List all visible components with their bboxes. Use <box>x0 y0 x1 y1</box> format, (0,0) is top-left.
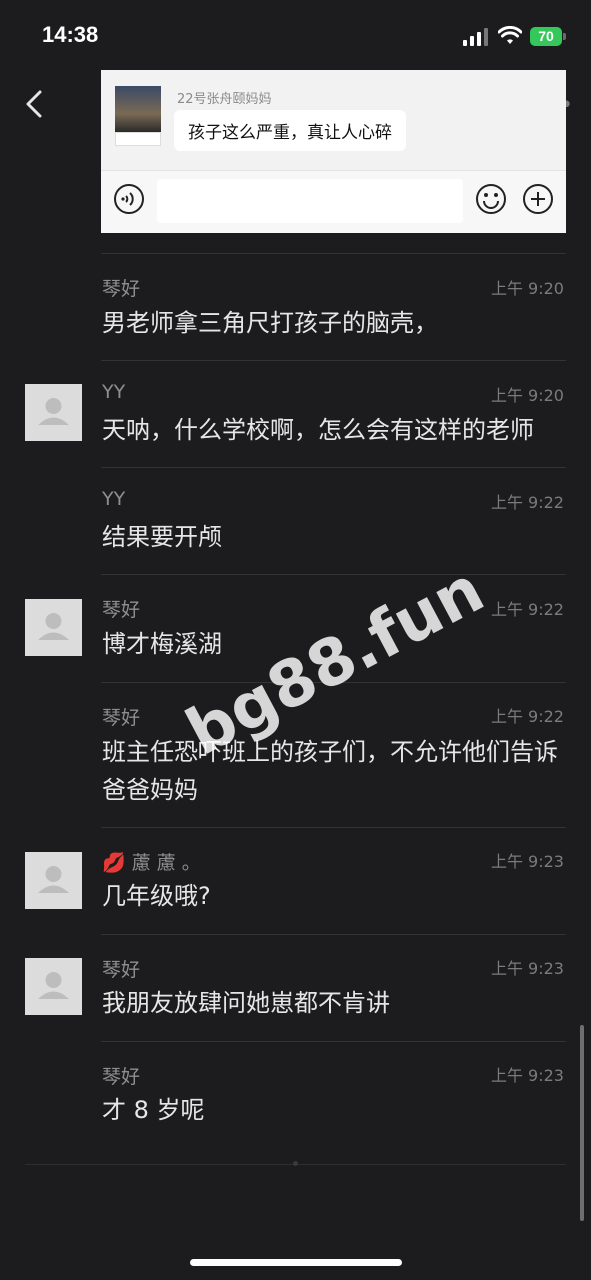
message-time: 上午 9:23 <box>490 852 564 871</box>
battery-tip <box>563 33 566 40</box>
divider <box>101 253 566 254</box>
avatar[interactable] <box>25 599 82 656</box>
back-chevron-icon[interactable] <box>22 88 48 120</box>
sender-name[interactable]: YY <box>102 488 125 510</box>
voice-icon <box>114 184 144 214</box>
divider <box>101 467 566 468</box>
embed-message-bubble: 孩子这么严重，真让人心碎 <box>174 110 406 151</box>
embed-avatar-image <box>115 86 161 132</box>
message-text[interactable]: 才 8 岁呢 <box>102 1091 570 1129</box>
avatar[interactable] <box>25 384 82 441</box>
sender-name[interactable]: 琴好 <box>102 1062 140 1089</box>
divider <box>101 1041 566 1042</box>
embed-input-bar <box>101 170 566 233</box>
divider <box>101 934 566 935</box>
message-time: 上午 9:20 <box>490 386 564 405</box>
message-time: 上午 9:22 <box>490 707 564 726</box>
battery-indicator: 70 <box>530 27 562 46</box>
status-time: 14:38 <box>42 22 99 47</box>
status-bar: 14:38 70 <box>0 0 591 70</box>
message-text[interactable]: 班主任恐吓班上的孩子们，不允许他们告诉爸爸妈妈 <box>102 733 570 809</box>
emoji-icon <box>476 184 506 214</box>
avatar[interactable] <box>25 958 82 1015</box>
page-indicator-dot <box>293 1161 298 1166</box>
scrollbar[interactable] <box>580 1025 584 1221</box>
embedded-chat-screenshot[interactable]: 22号张舟颐妈妈 孩子这么严重，真让人心碎 <box>101 70 566 233</box>
embed-sender-name: 22号张舟颐妈妈 <box>177 92 272 107</box>
sender-name[interactable]: YY <box>102 381 125 403</box>
sender-name[interactable]: 琴好 <box>102 703 140 730</box>
divider <box>101 574 566 575</box>
wifi-icon <box>498 26 522 44</box>
message-time: 上午 9:22 <box>490 600 564 619</box>
default-avatar-icon <box>38 866 69 893</box>
divider <box>101 360 566 361</box>
message-text[interactable]: 男老师拿三角尺打孩子的脑壳， <box>102 304 570 342</box>
message-time: 上午 9:23 <box>490 1066 564 1085</box>
sender-name[interactable]: 琴好 <box>102 274 140 301</box>
message-time: 上午 9:20 <box>490 279 564 298</box>
default-avatar-icon <box>38 613 69 640</box>
plus-icon <box>523 184 553 214</box>
embed-text-input <box>157 179 463 223</box>
message-text[interactable]: 几年级哦? <box>102 877 570 915</box>
avatar[interactable] <box>25 852 82 909</box>
embed-avatar-caption <box>115 132 161 146</box>
home-indicator[interactable] <box>190 1259 402 1266</box>
divider <box>101 827 566 828</box>
signal-icon <box>463 28 489 46</box>
sender-name[interactable]: 💋 藘 藘 。 <box>102 848 201 875</box>
default-avatar-icon <box>38 972 69 999</box>
sender-name[interactable]: 琴好 <box>102 595 140 622</box>
sender-name[interactable]: 琴好 <box>102 955 140 982</box>
message-text[interactable]: 我朋友放肆问她崽都不肯讲 <box>102 984 570 1022</box>
message-text[interactable]: 结果要开颅 <box>102 518 570 556</box>
message-time: 上午 9:22 <box>490 493 564 512</box>
message-text[interactable]: 天呐，什么学校啊，怎么会有这样的老师 <box>102 411 570 449</box>
default-avatar-icon <box>38 398 69 425</box>
message-time: 上午 9:23 <box>490 959 564 978</box>
